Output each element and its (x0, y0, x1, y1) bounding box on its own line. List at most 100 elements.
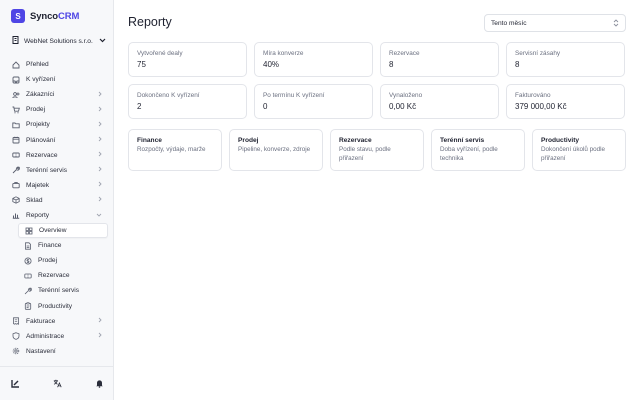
sidebar-item-majetek[interactable]: Majetek (6, 178, 108, 193)
grid-icon (25, 227, 33, 235)
kpi-label: Dokončeno K vyřízení (137, 92, 200, 99)
wrench-icon (24, 287, 32, 295)
chevron-down-icon (99, 38, 106, 45)
kpi-card: Po termínu K vyřízení 0 (254, 84, 373, 119)
sidebar-item-label: K vyřízení (26, 76, 56, 84)
kpi-label: Fakturováno (515, 92, 551, 99)
kpi-value: 0 (263, 102, 268, 111)
report-title: Productivity (541, 137, 580, 144)
sidebar-subitem-finance[interactable]: Finance (18, 238, 108, 253)
kpi-value: 8 (389, 60, 394, 69)
chart-icon (12, 211, 20, 220)
sidebar-item-reporty[interactable]: Reporty (6, 208, 108, 223)
bell-icon[interactable] (94, 379, 104, 389)
sidebar-item-k-vyrizeni[interactable]: K vyřízení (6, 72, 108, 87)
report-card-terenni-servis[interactable]: Terénní servis Doba vyřízení, podle tech… (431, 129, 525, 171)
report-card-productivity[interactable]: Productivity Dokončení úkolů podle přiřa… (532, 129, 626, 171)
logo[interactable]: S SyncoCRM (11, 9, 79, 23)
kpi-card: Rezervace 8 (380, 42, 499, 77)
users-icon (12, 91, 20, 99)
language-icon[interactable] (52, 379, 62, 389)
chevron-right-icon (98, 332, 102, 340)
sidebar-item-terenni-servis[interactable]: Terénní servis (6, 163, 108, 178)
report-card-prodej[interactable]: Prodej Pipeline, konverze, zdroje (229, 129, 323, 171)
kpi-value: 40% (263, 60, 280, 69)
sidebar-subitem-label: Rezervace (38, 272, 70, 280)
shield-icon (12, 332, 20, 341)
ticket-icon (24, 272, 32, 280)
sidebar-item-label: Nastavení (26, 347, 56, 355)
kpi-value: 379 000,00 Kč (515, 102, 567, 111)
period-select[interactable]: Tento měsíc (484, 14, 626, 32)
sidebar-item-sklad[interactable]: Sklad (6, 193, 108, 208)
report-card-finance[interactable]: Finance Rozpočty, výdaje, marže (128, 129, 222, 171)
clipboard-icon (24, 302, 32, 310)
sidebar-item-nastaveni[interactable]: Nastavení (6, 344, 108, 359)
chevron-right-icon (98, 196, 102, 204)
kpi-value: 0,00 Kč (389, 102, 417, 111)
org-name: WebNet Solutions s.r.o. (24, 37, 93, 45)
chevron-right-icon (98, 181, 102, 189)
folder-icon (12, 121, 20, 129)
sidebar-item-rezervace[interactable]: Rezervace (6, 148, 108, 163)
sidebar-item-projekty[interactable]: Projekty (6, 117, 108, 132)
box-icon (12, 196, 20, 205)
ticket-icon (12, 151, 20, 159)
chevron-right-icon (98, 91, 102, 99)
sidebar-item-administrace[interactable]: Administrace (6, 329, 108, 344)
kpi-label: Servisní zásahy (515, 50, 561, 57)
kpi-card: Míra konverze 40% (254, 42, 373, 77)
report-card-rezervace[interactable]: Rezervace Podle stavu, podle přiřazení (330, 129, 424, 171)
report-description: Doba vyřízení, podle technika (440, 146, 498, 162)
sidebar-subitem-label: Productivity (38, 302, 73, 310)
reports-submenu: Overview Finance Prodej Rezervace Terénn… (6, 223, 108, 314)
sidebar-item-label: Administrace (26, 332, 65, 340)
receipt-icon (12, 317, 20, 326)
sidebar-item-label: Terénní servis (26, 166, 68, 174)
sidebar-item-label: Reporty (26, 211, 50, 219)
sidebar-item-label: Rezervace (26, 151, 58, 159)
org-switcher[interactable]: WebNet Solutions s.r.o. (12, 35, 106, 47)
sidebar-subitem-prodej[interactable]: Prodej (18, 253, 108, 268)
kpi-card: Vytvořené dealy 75 (128, 42, 247, 77)
sidebar-subitem-label: Prodej (38, 257, 58, 265)
kpi-label: Vytvořené dealy (137, 50, 183, 57)
sidebar-subitem-overview[interactable]: Overview (18, 223, 108, 239)
sidebar-item-label: Majetek (26, 181, 50, 189)
sidebar-item-label: Zákazníci (26, 91, 55, 99)
sidebar-item-label: Projekty (26, 121, 50, 129)
sidebar-item-fakturace[interactable]: Fakturace (6, 314, 108, 329)
chevron-right-icon (98, 151, 102, 159)
chevron-right-icon (98, 106, 102, 114)
sidebar-item-planovani[interactable]: Plánování (6, 132, 108, 147)
briefcase-icon (12, 181, 20, 189)
sidebar-item-label: Fakturace (26, 317, 56, 325)
main-nav: Přehled K vyřízení Zákazníci Prodej Proj… (6, 57, 108, 359)
sidebar-subitem-productivity[interactable]: Productivity (18, 299, 108, 314)
sidebar-subitem-terenni-servis[interactable]: Terénní servis (18, 283, 108, 298)
kpi-label: Po termínu K vyřízení (263, 92, 325, 99)
dollar-icon (24, 257, 32, 265)
kpi-card: Vynaloženo 0,00 Kč (380, 84, 499, 119)
kpi-card: Fakturováno 379 000,00 Kč (506, 84, 625, 119)
sidebar-item-zakaznici[interactable]: Zákazníci (6, 87, 108, 102)
sidebar-item-prodej[interactable]: Prodej (6, 102, 108, 117)
kpi-card: Servisní zásahy 8 (506, 42, 625, 77)
sidebar-item-label: Plánování (26, 136, 56, 144)
report-description: Dokončení úkolů podle přiřazení (541, 146, 606, 162)
app-name: SyncoCRM (30, 11, 79, 22)
report-title: Terénní servis (440, 137, 485, 144)
kpi-value: 8 (515, 60, 520, 69)
sidebar-subitem-label: Finance (38, 242, 62, 250)
sidebar-item-prehled[interactable]: Přehled (6, 57, 108, 72)
wrench-icon (12, 166, 20, 174)
sidebar-subitem-rezervace[interactable]: Rezervace (18, 268, 108, 283)
sidebar-toggle-icon[interactable] (10, 379, 20, 389)
sidebar-item-label: Prodej (26, 106, 46, 114)
building-icon (12, 36, 19, 46)
kpi-value: 75 (137, 60, 146, 69)
chevron-right-icon (98, 317, 102, 325)
chevron-right-icon (98, 136, 102, 144)
page-title: Reporty (128, 15, 172, 29)
inbox-icon (12, 76, 20, 84)
